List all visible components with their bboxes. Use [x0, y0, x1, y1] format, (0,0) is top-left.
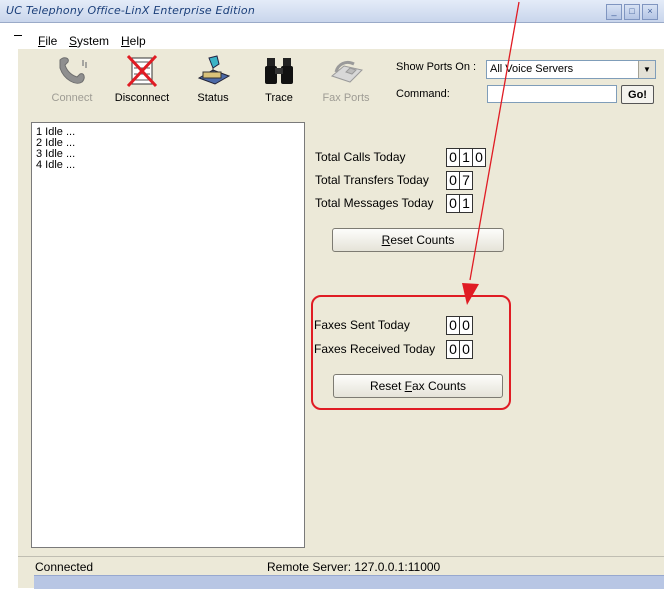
connection-status: Connected	[35, 560, 94, 574]
taskbar-strip	[34, 575, 664, 589]
status-bar: Connected Remote Server: 127.0.0.1:11000	[18, 556, 664, 575]
annotation-arrow-icon	[462, 1, 520, 305]
remote-server-status: Remote Server: 127.0.0.1:11000	[267, 560, 441, 574]
